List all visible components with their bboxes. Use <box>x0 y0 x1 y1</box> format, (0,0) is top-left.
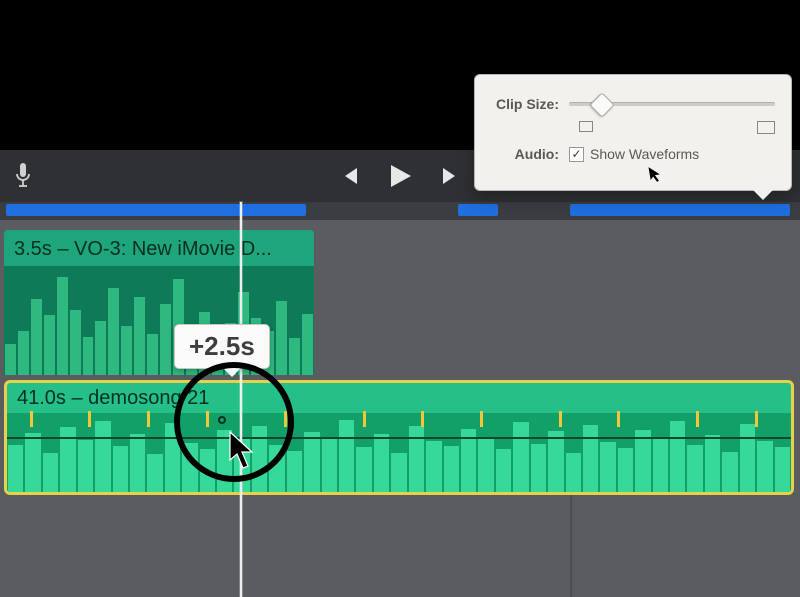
cursor-icon <box>228 430 256 475</box>
video-clip[interactable] <box>458 204 498 216</box>
skip-forward-icon[interactable] <box>441 165 463 187</box>
size-large-icon <box>757 121 775 134</box>
video-clip[interactable] <box>6 204 306 216</box>
beat-markers <box>7 411 791 433</box>
clip-size-label: Clip Size: <box>491 96 569 112</box>
drag-offset-tooltip: +2.5s <box>174 324 270 369</box>
video-clip[interactable] <box>570 204 790 216</box>
clip-size-slider[interactable] <box>569 93 775 115</box>
microphone-icon[interactable] <box>14 162 32 195</box>
timeline[interactable]: 3.5s – VO-3: New iMovie D... 41.0s – dem… <box>0 202 800 597</box>
clip-label: 41.0s – demosong 21 <box>7 383 791 414</box>
tooltip-value: +2.5s <box>189 331 255 361</box>
timeline-settings-popover: Clip Size: Audio: ✓ Show Waveforms <box>474 74 792 191</box>
volume-keyframe-dot[interactable] <box>218 416 226 424</box>
playhead[interactable] <box>240 202 242 597</box>
slider-thumb[interactable] <box>589 92 614 117</box>
show-waveforms-label: Show Waveforms <box>590 146 699 162</box>
size-small-icon <box>579 121 593 132</box>
clip-label: 3.5s – VO-3: New iMovie D... <box>4 230 314 265</box>
audio-label: Audio: <box>491 146 569 162</box>
play-icon[interactable] <box>387 163 413 189</box>
video-track[interactable] <box>0 202 800 220</box>
audio-clip-music[interactable]: 41.0s – demosong 21 <box>4 380 794 495</box>
cursor-icon <box>647 164 664 187</box>
volume-line[interactable] <box>7 437 791 439</box>
skip-back-icon[interactable] <box>337 165 359 187</box>
show-waveforms-checkbox[interactable]: ✓ <box>569 147 584 162</box>
clip-size-range-icons <box>579 121 775 134</box>
